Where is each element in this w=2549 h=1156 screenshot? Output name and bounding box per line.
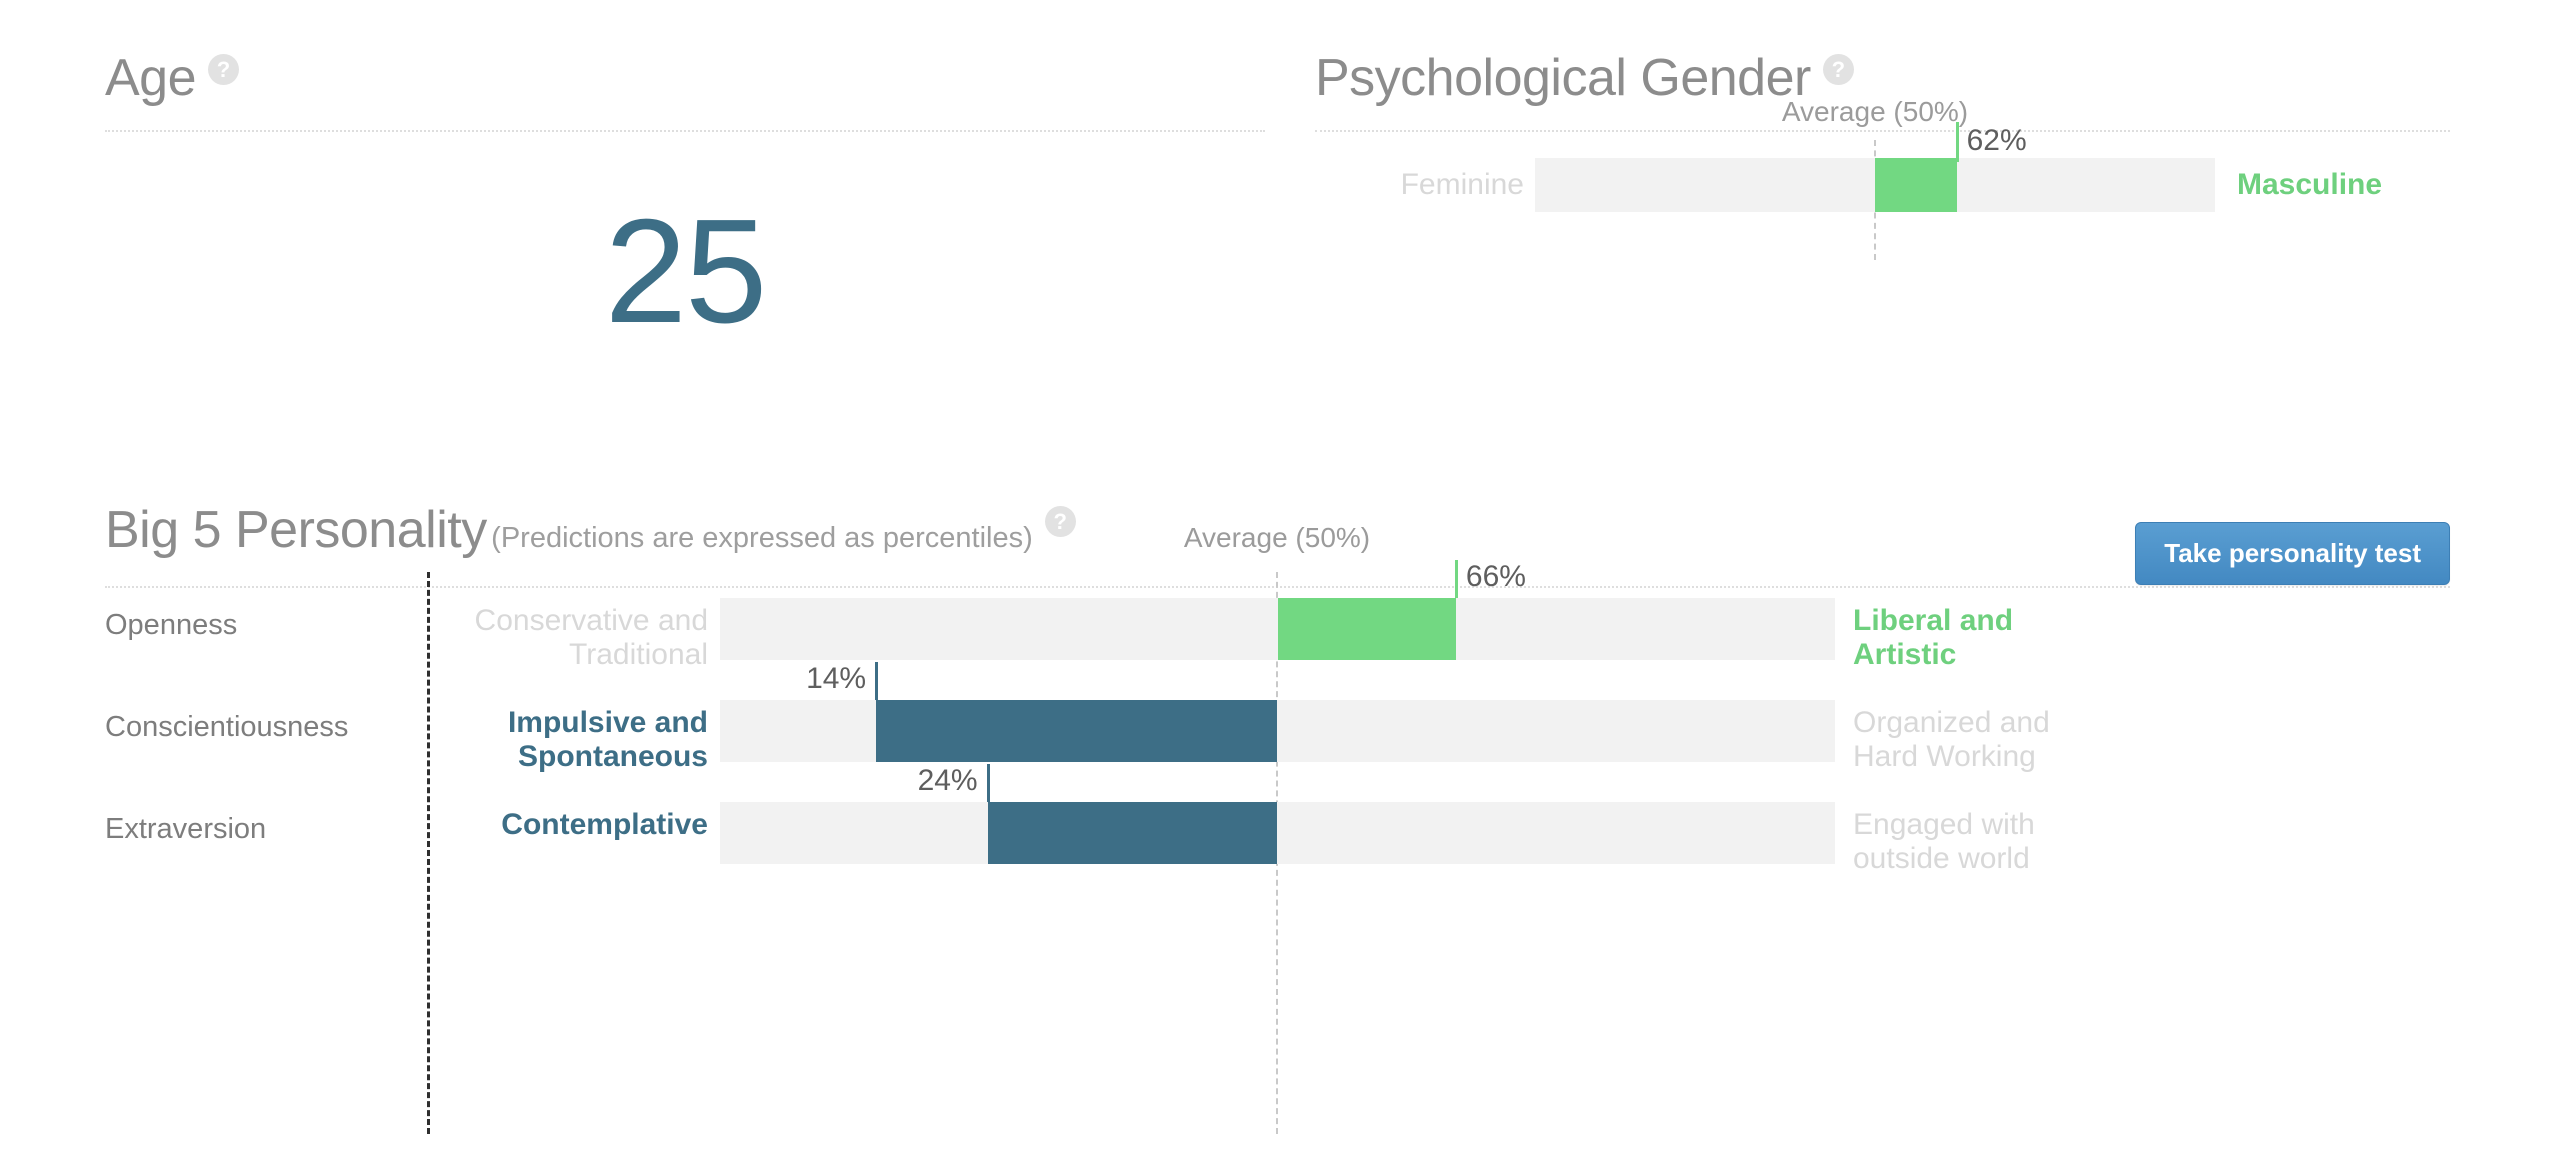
gender-percent-label: 62% [1966, 124, 2027, 157]
big5-right-label: Organized and Hard Working [1853, 706, 2050, 773]
big5-left-label: Impulsive and Spontaneous [507, 706, 708, 773]
big5-bar-track [720, 802, 1835, 864]
question-mark-icon[interactable]: ? [208, 54, 240, 85]
big5-panel: Big 5 Personality (Predictions are expre… [105, 500, 2450, 1134]
gender-bar-fill [1875, 158, 1957, 212]
big5-right-label: Liberal and Artistic [1853, 604, 2014, 671]
big5-percent-label: 14% [806, 662, 867, 695]
age-divider [105, 130, 1265, 132]
big5-left-label: Conservative and Traditional [474, 604, 708, 671]
big5-value-tick [875, 662, 879, 700]
gender-value-tick [1955, 122, 1959, 162]
big5-row-name: Openness [105, 609, 238, 641]
gender-right-label: Masculine [2237, 168, 2383, 201]
gender-bar-track [1535, 158, 2215, 212]
big5-left-label: Contemplative [501, 808, 708, 841]
big5-value-tick [986, 764, 990, 802]
big5-bar-fill [1277, 598, 1456, 660]
gender-left-label: Feminine [1400, 168, 1524, 201]
question-mark-icon[interactable]: ? [1822, 54, 1854, 85]
age-value: 25 [604, 189, 768, 354]
big5-chart: Average (50%) Openness 66% Conservative an… [105, 522, 2450, 1134]
age-title: Age [105, 49, 197, 107]
big5-percent-label: 66% [1465, 560, 1526, 593]
big5-value-tick [1454, 560, 1458, 598]
big5-bar-fill [987, 802, 1278, 864]
big5-average-label: Average (50%) [1183, 522, 1371, 553]
gender-chart: Average (50%) 62% Feminine Masculine [1315, 96, 2450, 276]
age-header: Age? [105, 48, 1265, 108]
psychological-gender-panel: Psychological Gender? Average (50%) 62% … [1315, 48, 2450, 260]
big5-bar-fill [876, 700, 1278, 762]
age-panel: Age? 25 [105, 48, 1265, 346]
big5-right-label: Engaged with outside world [1853, 808, 2035, 875]
big5-row-name: Extraversion [105, 813, 267, 845]
big5-percent-label: 24% [917, 764, 978, 797]
